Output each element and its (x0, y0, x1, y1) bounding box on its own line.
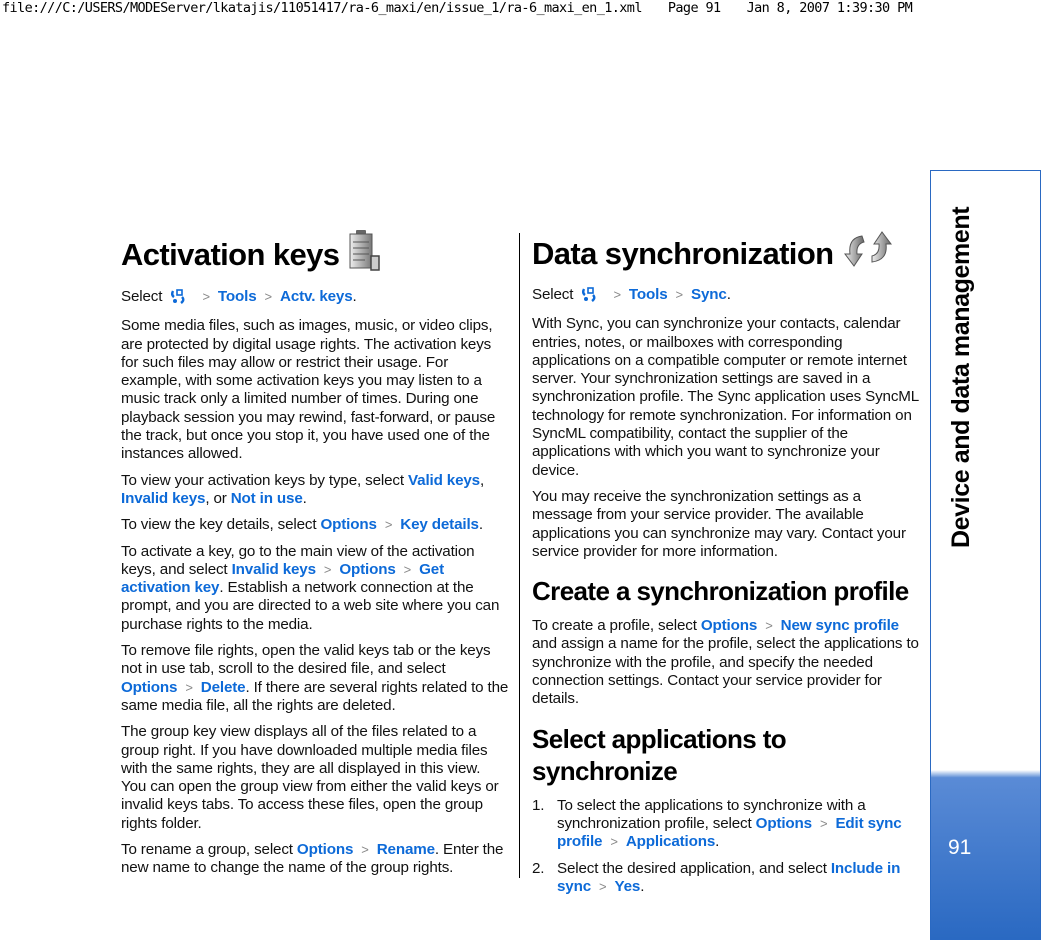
activation-keys-section: Activation keys Select > Tools > Actv. keys… (121, 228, 509, 886)
step-number: 2. (532, 859, 545, 877)
link-applications[interactable]: Applications (626, 833, 715, 850)
text: , (479, 471, 485, 489)
create-profile-heading: Create a synchronization profile (532, 576, 909, 607)
paragraph: Some media files, such as images, music,… (121, 317, 496, 463)
text: . (478, 516, 483, 534)
paragraph: To activate a key, go to the main view o… (121, 543, 509, 634)
select-path: Select > Tools > Sync. (532, 286, 920, 304)
text: To view your activation keys by type, se… (121, 471, 409, 489)
text: and assign a name for the profile, selec… (532, 635, 919, 708)
select-path: Select > Tools > Actv. keys. (121, 288, 509, 306)
link-options[interactable]: Options (121, 679, 177, 696)
sync-icon (842, 228, 894, 280)
link-valid-keys[interactable]: Valid keys (408, 472, 480, 489)
link-new-sync-profile[interactable]: New sync profile (781, 617, 899, 634)
punctuation: . (352, 288, 357, 305)
chevron-right-icon: > (264, 289, 273, 304)
data-synchronization-section: Data synchronization Select > Tools > Sync.… (532, 228, 920, 904)
paragraph: To view the key details, select Options >… (121, 516, 509, 534)
column-divider (519, 233, 520, 878)
link-options[interactable]: Options (297, 841, 353, 858)
chevron-right-icon: > (613, 287, 621, 302)
chevron-right-icon: > (185, 679, 193, 695)
page-number: 91 (948, 836, 972, 859)
punctuation: . (726, 286, 731, 303)
link-invalid-keys[interactable]: Invalid keys (121, 490, 205, 507)
text: To remove file rights, open the valid ke… (121, 642, 491, 678)
title-text: Activation keys (121, 237, 340, 272)
text: . (302, 489, 307, 507)
link-options[interactable]: Options (339, 561, 395, 578)
chapter-title: Device and data management (947, 206, 975, 548)
title-text: Data synchronization (532, 236, 834, 271)
text: . If there are several rights related to… (121, 678, 509, 714)
text: Select the desired application, and sele… (557, 859, 831, 877)
text: . (715, 833, 720, 851)
chevron-right-icon: > (599, 878, 607, 894)
data-synchronization-title: Data synchronization (532, 228, 920, 280)
paragraph: To view your activation keys by type, se… (121, 472, 509, 509)
chevron-right-icon: > (675, 287, 684, 302)
link-not-in-use[interactable]: Not in use (231, 490, 303, 507)
list-item: 1. To select the applications to synchron… (532, 797, 920, 852)
menu-link-tools[interactable]: Tools (218, 288, 257, 305)
file-path: file:///C:/USERS/MODEServer/lkatajis/110… (2, 0, 642, 16)
chevron-right-icon: > (361, 842, 369, 858)
paragraph: The group key view displays all of the f… (121, 723, 499, 832)
text: To create a profile, select (532, 617, 701, 635)
chevron-right-icon: > (202, 289, 210, 304)
page-label: Page 91 (667, 0, 721, 16)
menu-key-icon (581, 286, 597, 302)
paragraph: You may receive the synchronization sett… (532, 487, 906, 560)
select-label: Select (121, 288, 163, 305)
text: , or (205, 489, 231, 507)
paragraph: To create a profile, select Options > New … (532, 617, 920, 708)
link-options[interactable]: Options (756, 815, 812, 832)
link-key-details[interactable]: Key details (400, 516, 479, 533)
timestamp: Jan 8, 2007 1:39:30 PM (746, 0, 913, 16)
link-options[interactable]: Options (701, 617, 757, 634)
select-applications-heading: Select applications to synchronize (532, 723, 787, 786)
link-options[interactable]: Options (320, 516, 376, 533)
paragraph: To rename a group, select Options > Rename… (121, 841, 509, 878)
activation-keys-icon (347, 228, 381, 282)
paragraph: To remove file rights, open the valid ke… (121, 642, 509, 715)
paragraph: With Sync, you can synchronize your cont… (532, 315, 919, 479)
menu-link-actv-keys[interactable]: Actv. keys (280, 288, 353, 305)
chevron-right-icon: > (403, 561, 412, 577)
chevron-right-icon: > (819, 815, 828, 831)
chevron-right-icon: > (323, 561, 332, 577)
text: To rename a group, select (121, 841, 297, 859)
menu-link-tools[interactable]: Tools (629, 286, 668, 303)
chevron-right-icon: > (610, 834, 618, 850)
chevron-right-icon: > (384, 517, 393, 533)
step-number: 1. (532, 796, 545, 814)
select-label: Select (532, 286, 574, 303)
activation-keys-title: Activation keys (121, 228, 509, 282)
print-header: file:///C:/USERS/MODEServer/lkatajis/110… (2, 0, 938, 16)
menu-key-icon (170, 288, 186, 304)
menu-link-sync[interactable]: Sync (691, 286, 727, 303)
text: To view the key details, select (121, 516, 321, 534)
text: . (640, 877, 645, 895)
chevron-right-icon: > (765, 618, 773, 634)
link-invalid-keys[interactable]: Invalid keys (232, 561, 316, 578)
list-item: 2. Select the desired application, and se… (532, 860, 920, 897)
steps-list: 1. To select the applications to synchron… (532, 797, 920, 896)
link-rename[interactable]: Rename (377, 841, 435, 858)
link-yes[interactable]: Yes (614, 878, 640, 895)
link-delete[interactable]: Delete (201, 679, 246, 696)
